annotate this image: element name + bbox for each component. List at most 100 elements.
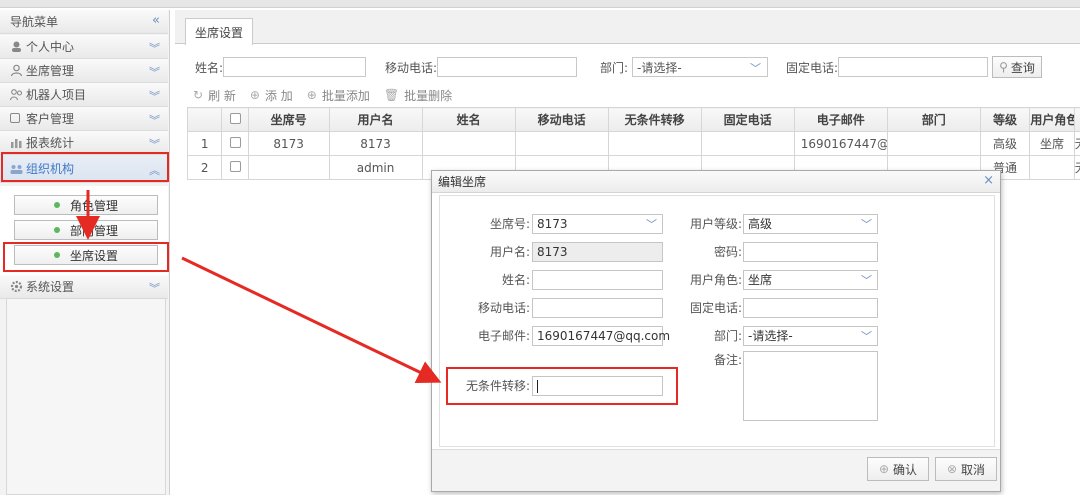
batch-add-label: 批量添加	[321, 88, 370, 103]
cell-name	[421, 131, 516, 156]
sidebar-item-label: 系统设置	[26, 280, 75, 294]
landline-field[interactable]	[743, 298, 878, 318]
landline-filter: 固定电话:	[786, 57, 989, 77]
user-circle-icon	[10, 40, 23, 53]
name-field[interactable]	[532, 270, 663, 290]
batch-delete-button[interactable]: 🗑 批量删除	[384, 87, 452, 104]
plus-circle-icon: ⊕	[878, 462, 890, 476]
chevron-down-icon: ﹀	[750, 62, 762, 75]
toolbar: ↻ 刷 新 ⊕ 添 加 ⊕ 批量添加 🗑 批量删除	[193, 85, 466, 105]
dept-filter-select[interactable]: -请选择- ﹀	[632, 57, 769, 77]
cell-role	[1029, 155, 1075, 180]
sidebar-item-label: 个人中心	[26, 40, 75, 54]
password-label: 密码:	[713, 245, 742, 259]
close-icon[interactable]: ×	[983, 173, 994, 188]
remark-textarea[interactable]	[743, 351, 878, 421]
row-checkbox[interactable]	[221, 131, 249, 156]
submenu-label: 角色管理	[69, 198, 118, 213]
dept-filter-label: 部门:	[600, 60, 629, 75]
sidebar-item-customer[interactable]: 客户管理 ︾	[0, 107, 168, 131]
tab-seat-settings[interactable]: 坐席设置	[185, 18, 253, 45]
add-label: 添 加	[264, 88, 293, 103]
column-header[interactable]: 坐席号	[247, 107, 330, 132]
dept-filter: 部门: -请选择- ﹀	[600, 57, 769, 77]
row-number: 1	[186, 131, 223, 156]
user-role-select[interactable]: 坐席 ﹀	[743, 270, 878, 290]
select-all-checkbox[interactable]	[221, 107, 249, 132]
refresh-button[interactable]: ↻ 刷 新	[193, 87, 236, 104]
cell-extra: 无	[1073, 131, 1080, 156]
column-header[interactable]: 无条件转移	[607, 107, 702, 132]
confirm-button[interactable]: ⊕ 确认	[867, 457, 929, 481]
mobile-filter-label: 移动电话:	[385, 60, 438, 75]
column-header[interactable]: 用户角色	[1029, 107, 1075, 132]
cancel-circle-icon: ⊗	[946, 462, 958, 476]
sidebar-item-system[interactable]: 系统设置 ︾	[0, 275, 168, 299]
sidebar-item-robot[interactable]: 机器人项目 ︾	[0, 83, 168, 107]
cell-seat: 8173	[247, 131, 330, 156]
seat-number-select[interactable]: 8173 ﹀	[532, 214, 663, 234]
collapse-sidebar-icon[interactable]: «	[152, 13, 160, 28]
highlight-forward-field	[446, 367, 678, 405]
search-icon: ⚲	[999, 60, 1008, 74]
row-checkbox[interactable]	[221, 155, 249, 180]
dept-value: -请选择-	[748, 329, 793, 343]
column-header[interactable]: 等级	[979, 107, 1031, 132]
username-field[interactable]: 8173	[532, 242, 663, 262]
cell-user: 8173	[328, 131, 423, 156]
chevron-down-icon: ︾	[149, 90, 160, 103]
column-header[interactable]: 部门	[886, 107, 981, 132]
cancel-label: 取消	[961, 462, 986, 477]
dialog-footer: ⊕ 确认 ⊗ 取消	[432, 449, 1000, 491]
cell-email: 1690167447@	[793, 131, 888, 156]
sidebar-item-seat-mgmt[interactable]: 坐席管理 ︾	[0, 59, 168, 83]
seat-number-value: 8173	[537, 217, 568, 231]
chevron-down-icon: ︾	[149, 42, 160, 55]
dialog-title: 编辑坐席	[438, 175, 487, 189]
mobile-filter-input[interactable]	[437, 57, 578, 77]
sidebar-item-label: 坐席管理	[26, 64, 75, 78]
name-filter: 姓名:	[195, 57, 367, 77]
column-header[interactable]: 用户名	[328, 107, 423, 132]
mobile-label: 移动电话:	[477, 301, 530, 315]
column-header[interactable]: 姓名	[421, 107, 516, 132]
cancel-button[interactable]: ⊗ 取消	[935, 457, 997, 481]
email-field[interactable]: 1690167447@qq.com	[532, 326, 670, 346]
sidebar-item-label: 报表统计	[26, 136, 75, 150]
add-button[interactable]: ⊕ 添 加	[250, 87, 293, 104]
sidebar-item-label: 机器人项目	[26, 88, 87, 102]
user-level-select[interactable]: 高级 ﹀	[743, 214, 878, 234]
query-button[interactable]: ⚲ 查询	[992, 56, 1042, 78]
user-level-label: 用户等级:	[689, 217, 742, 231]
dept-filter-value: -请选择-	[637, 60, 682, 75]
submenu-dept-mgmt[interactable]: 部门管理	[14, 220, 158, 240]
sidebar-empty-area	[6, 298, 166, 495]
query-button-label: 查询	[1010, 60, 1035, 75]
table-row[interactable]: 1 8173 8173 1690167447@ 高级 坐席 无	[186, 131, 1080, 156]
column-header[interactable]: 固定电话	[700, 107, 795, 132]
row-number-header	[186, 107, 223, 132]
landline-filter-input[interactable]	[838, 57, 989, 77]
submenu-role-mgmt[interactable]: 角色管理	[14, 195, 158, 215]
seat-number-label: 坐席号:	[489, 217, 530, 231]
column-header[interactable]: 电子邮件	[793, 107, 888, 132]
mobile-field[interactable]	[532, 298, 663, 318]
user-level-value: 高级	[748, 217, 773, 231]
cell-role: 坐席	[1029, 131, 1075, 156]
batch-add-button[interactable]: ⊕ 批量添加	[307, 87, 370, 104]
dept-select[interactable]: -请选择- ﹀	[743, 326, 878, 346]
name-filter-input[interactable]	[223, 57, 367, 77]
mobile-filter: 移动电话:	[385, 57, 578, 77]
name-filter-label: 姓名:	[195, 60, 224, 75]
sidebar-item-personal[interactable]: 个人中心 ︾	[0, 35, 168, 59]
highlight-org-menu	[1, 152, 169, 182]
landline-filter-label: 固定电话:	[786, 60, 839, 75]
cell-landline	[700, 131, 795, 156]
cell-forward	[607, 131, 702, 156]
password-field[interactable]	[743, 242, 878, 262]
cell-level: 高级	[979, 131, 1031, 156]
chevron-down-icon: ︾	[149, 138, 160, 151]
row-number: 2	[186, 155, 223, 180]
batch-delete-label: 批量删除	[404, 88, 453, 103]
column-header[interactable]: 移动电话	[514, 107, 609, 132]
